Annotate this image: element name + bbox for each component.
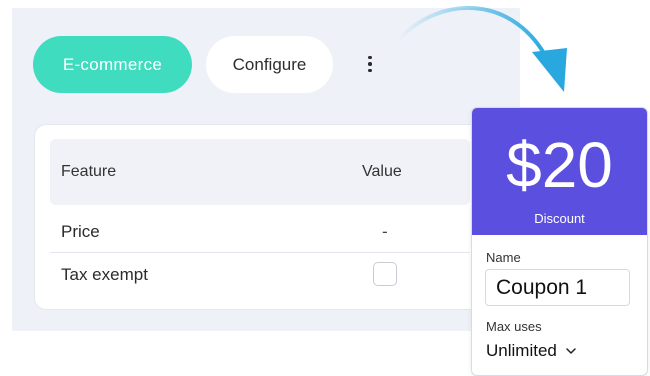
max-uses-select[interactable]: Unlimited [486,341,577,361]
curved-arrow-icon [396,5,567,92]
feature-table: Feature Value Price - Tax exempt [34,124,486,310]
table-row-tax-exempt: Tax exempt [50,254,470,296]
more-options-icon[interactable] [360,50,380,78]
tax-exempt-checkbox[interactable] [373,262,397,286]
feature-label: Price [61,222,100,241]
ecommerce-tab[interactable]: E-commerce [33,36,192,93]
coupon-header: $20 Discount [472,108,647,235]
column-header-value: Value [362,163,402,180]
name-label: Name [486,250,521,265]
chevron-down-icon [566,348,576,354]
coupon-name-input[interactable] [485,269,630,306]
max-uses-label: Max uses [486,319,542,334]
column-header-feature: Feature [61,163,117,180]
max-uses-value: Unlimited [486,341,557,360]
configure-tab[interactable]: Configure [206,36,333,93]
coupon-amount: $20 [506,129,613,201]
coupon-card: $20 Discount Name Max uses Unlimited [471,107,648,376]
value-text: - [382,222,388,241]
feature-label: Tax exempt [61,265,148,284]
table-header: Feature Value [50,139,470,205]
coupon-caption: Discount [534,211,585,226]
table-row-price: Price - [50,211,470,253]
